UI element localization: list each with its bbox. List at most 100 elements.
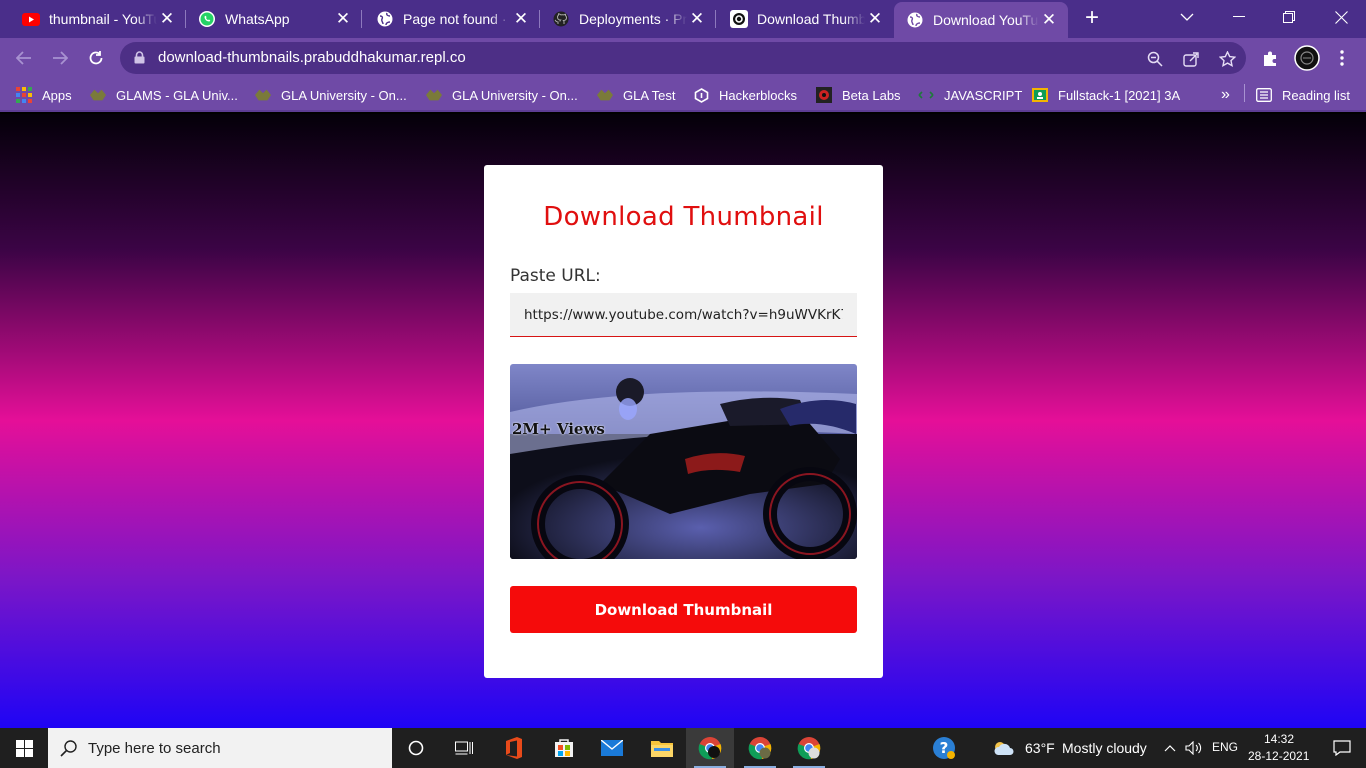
bookmark-hackerblocks[interactable]: Hackerblocks [693,84,797,106]
tab-strip: thumbnail - YouTube ✕ WhatsApp ✕ Page no… [0,0,1366,38]
close-window-button[interactable] [1316,0,1366,34]
forward-button[interactable] [48,46,72,70]
tab-whatsapp[interactable]: WhatsApp ✕ [176,0,362,38]
bookmark-label: GLA University - On... [281,87,407,103]
bookmark-glams[interactable]: GLAMS - GLA Univ... [90,84,238,106]
bookmarks-separator [1244,84,1245,102]
windows-logo-icon [15,739,33,757]
bookmark-gla-test[interactable]: GLA Test [597,84,676,106]
clock-date[interactable]: 28-12-2021 [1248,749,1309,763]
show-hidden-icons-button[interactable] [1158,728,1182,768]
windows-taskbar: Type here to search ? 63°F Mostly cloudy… [0,728,1366,768]
bookmark-label: GLA Test [623,87,676,103]
minimize-button[interactable] [1214,0,1264,34]
menu-kebab-icon[interactable] [1330,46,1354,70]
tab-deployments[interactable]: Deployments · Prabuddha ✕ [530,0,716,38]
chrome-icon [698,737,722,760]
office-icon [506,737,522,759]
close-icon[interactable]: ✕ [157,9,177,29]
bookmark-beta-labs[interactable]: Beta Labs [816,84,901,106]
microsoft-store-app[interactable] [540,728,588,768]
github-icon [552,10,570,28]
bookmark-apps[interactable]: Apps [16,84,72,106]
address-bar[interactable]: download-thumbnails.prabuddhakumar.repl.… [120,42,1246,74]
task-view-button[interactable] [440,728,488,768]
bookmark-label: Hackerblocks [719,87,798,103]
chrome-window-active[interactable] [686,728,734,768]
bookmark-gla-university-2[interactable]: GLA University - On... [426,84,578,106]
reload-button[interactable] [84,46,108,70]
page-background: Download Thumbnail Paste URL: https://ww… [0,114,1366,728]
thumbnail-preview: 2M+ Views [510,364,857,559]
more-bookmarks-button[interactable]: » [1221,84,1230,106]
download-thumbnail-button[interactable]: Download Thumbnail [510,586,857,633]
bookmark-label: Apps [42,87,72,103]
start-button[interactable] [0,728,48,768]
tab-youtube-thumbnail[interactable]: thumbnail - YouTube ✕ [0,0,186,38]
volume-button[interactable] [1182,728,1206,768]
url-field-label: Paste URL: [510,266,601,286]
notification-center-button[interactable] [1318,728,1366,768]
bookmark-label: Fullstack-1 [2021] 3A [1058,87,1181,103]
svg-text:?: ? [940,739,949,757]
taskbar-search-box[interactable]: Type here to search [48,728,392,768]
gla-logo-icon [426,87,442,103]
url-text[interactable]: download-thumbnails.prabuddhakumar.repl.… [158,49,466,66]
tab-download-youtube-active[interactable]: Download YouTube ✕ [894,2,1068,38]
weather-description[interactable]: Mostly cloudy [1062,740,1147,756]
hackerblocks-icon [693,87,709,103]
weather-temperature[interactable]: 63°F [1025,740,1055,756]
js-icon [918,87,934,103]
share-icon[interactable] [1180,48,1202,70]
apps-grid-icon [16,87,32,103]
back-button[interactable] [12,46,36,70]
task-view-icon [455,741,473,755]
mail-app[interactable] [588,728,636,768]
bookmark-javascript[interactable]: JAVASCRIPT [918,84,1022,106]
close-icon[interactable]: ✕ [333,9,353,29]
bookmark-label: Beta Labs [842,87,901,103]
help-icon: ? [933,737,955,759]
language-indicator[interactable]: ENG [1212,740,1238,754]
chrome-icon [797,737,821,760]
close-icon[interactable]: ✕ [1039,10,1059,30]
profile-avatar[interactable] [1293,44,1321,72]
cortana-button[interactable] [392,728,440,768]
bookmark-fullstack[interactable]: Fullstack-1 [2021] 3A [1032,84,1180,106]
mail-icon [601,740,623,756]
chevron-up-icon [1164,744,1176,751]
lock-icon[interactable] [134,51,145,69]
close-icon[interactable]: ✕ [687,9,707,29]
tab-title: Deployments · Prabuddha [579,11,687,27]
bookmark-label: GLA University - On... [452,87,578,103]
office-app[interactable] [490,728,538,768]
gla-logo-icon [255,87,271,103]
close-icon[interactable]: ✕ [865,9,885,29]
gla-logo-icon [90,87,106,103]
bookmark-star-icon[interactable] [1216,48,1238,70]
new-tab-button[interactable]: + [1080,6,1104,31]
clock-time[interactable]: 14:32 [1264,732,1294,746]
store-icon [555,739,573,757]
notification-icon [1333,740,1351,756]
help-tray-icon[interactable]: ? [920,728,968,768]
classroom-icon [1032,87,1048,103]
download-card: Download Thumbnail Paste URL: https://ww… [484,165,883,678]
tab-title: Download YouTube [933,12,1039,28]
tab-search-chevron-icon[interactable] [1162,0,1212,34]
extensions-puzzle-icon[interactable] [1258,46,1282,70]
tab-download-thumbnail[interactable]: Download Thumbnail ✕ [708,0,894,38]
close-icon[interactable]: ✕ [511,9,531,29]
chrome-window-3[interactable] [785,728,833,768]
bookmark-gla-university-1[interactable]: GLA University - On... [255,84,407,106]
url-input[interactable] [510,293,857,337]
tab-title: Page not found · GitHub [403,11,511,27]
reading-list-button[interactable]: Reading list [1256,84,1350,106]
zoom-icon[interactable] [1144,48,1166,70]
weather-widget-icon[interactable] [984,728,1024,768]
chrome-window-2[interactable] [736,728,784,768]
chrome-icon [748,737,772,760]
file-explorer-app[interactable] [638,728,686,768]
tab-page-not-found[interactable]: Page not found · GitHub ✕ [354,0,540,38]
restore-button[interactable] [1264,0,1314,34]
